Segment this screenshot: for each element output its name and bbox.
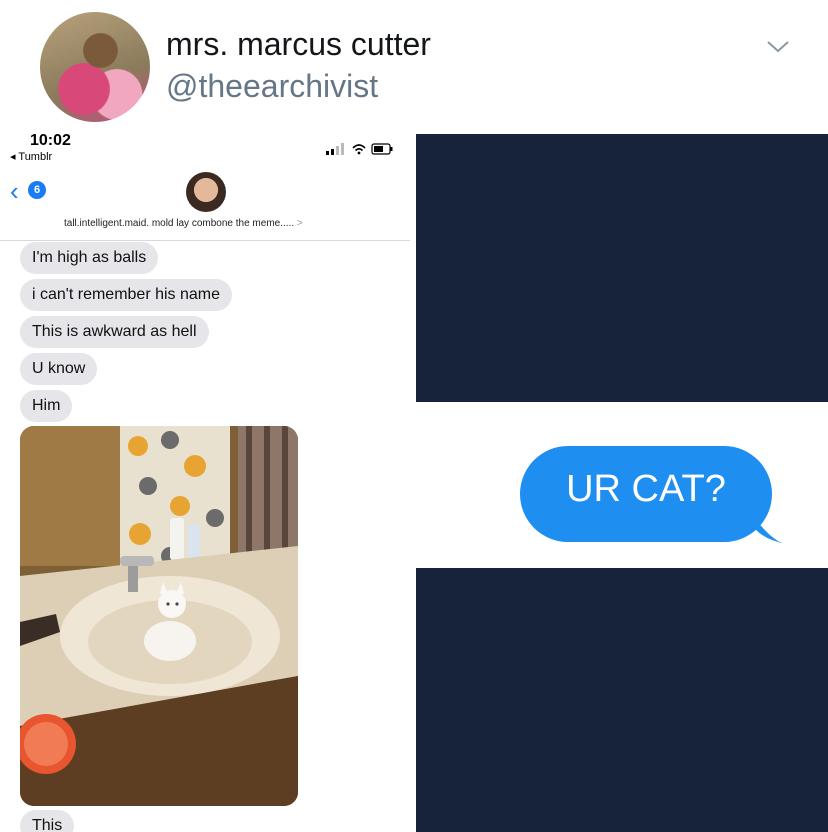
message-bubble[interactable]: Him xyxy=(20,390,73,422)
message-bubble[interactable]: I'm high as balls xyxy=(20,242,159,274)
conversation-nav: ‹ 6 tall.intelligent.maid. mold lay comb… xyxy=(0,172,410,241)
back-to-app-link[interactable]: ◂ Tumblr xyxy=(10,150,52,163)
status-bar: 10:02 ◂ Tumblr xyxy=(0,128,410,172)
unread-badge[interactable]: 6 xyxy=(28,181,46,199)
bathroom-sink-cat-photo xyxy=(20,426,298,806)
user-handle[interactable]: @theearchivist xyxy=(166,68,378,105)
back-chevron-icon[interactable]: ‹ xyxy=(10,178,19,204)
tweet-card: mrs. marcus cutter @theearchivist 10:02 … xyxy=(0,0,828,832)
message-bubble[interactable]: i can't remember his name xyxy=(20,279,233,311)
contact-name[interactable]: tall.intelligent.maid. mold lay combone … xyxy=(64,218,303,229)
tweet-header: mrs. marcus cutter @theearchivist xyxy=(0,0,828,128)
chevron-down-icon[interactable] xyxy=(766,36,790,56)
message-screenshot: 10:02 ◂ Tumblr ‹ 6 tall.intelligent.maid… xyxy=(0,128,410,832)
contact-name-text: tall.intelligent.maid. mold lay combone … xyxy=(64,218,295,229)
battery-icon xyxy=(371,143,393,155)
contact-arrow: > xyxy=(296,218,303,229)
reply-bubble[interactable]: UR CAT? xyxy=(520,442,810,552)
cellular-signal-icon xyxy=(326,143,393,155)
message-bubble[interactable]: This is awkward as hell xyxy=(20,316,209,348)
attached-photo[interactable] xyxy=(20,426,298,806)
message-bubble[interactable]: U know xyxy=(20,353,98,385)
navy-panel-bottom xyxy=(416,568,828,832)
message-bubble[interactable]: This xyxy=(20,810,75,832)
profile-avatar[interactable] xyxy=(40,12,150,122)
wifi-icon xyxy=(352,144,366,155)
contact-avatar[interactable] xyxy=(186,172,226,212)
display-name[interactable]: mrs. marcus cutter xyxy=(166,26,431,63)
reply-text: UR CAT? xyxy=(566,468,726,510)
status-time: 10:02 xyxy=(30,132,71,149)
navy-panel-top xyxy=(416,134,828,402)
